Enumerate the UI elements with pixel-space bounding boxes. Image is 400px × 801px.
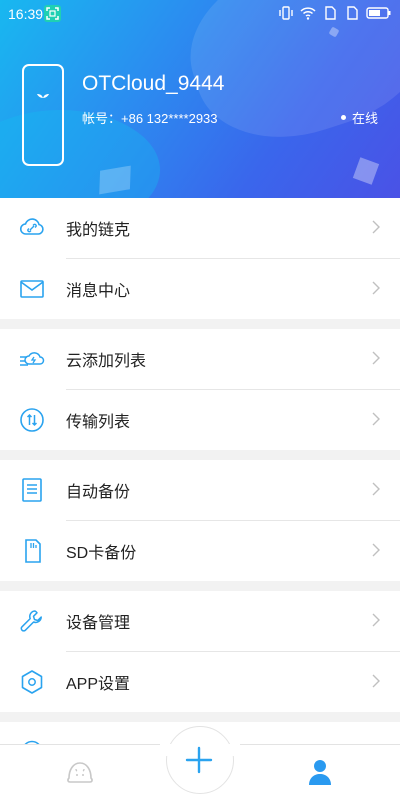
chevron-right-icon	[372, 613, 380, 627]
menu-item-label: 我的链克	[66, 222, 131, 239]
device-logo-icon	[37, 94, 49, 102]
menu-item-my-link[interactable]: 我的链克	[0, 198, 400, 258]
settings-hexagon-icon	[21, 670, 43, 694]
chevron-right-icon	[372, 351, 380, 365]
wifi-icon	[300, 7, 316, 20]
menu-item-device-management[interactable]: 设备管理	[0, 591, 400, 651]
chevron-right-icon	[372, 412, 380, 426]
section-gap	[0, 581, 400, 591]
document-icon	[22, 478, 42, 502]
menu-item-label: SD卡备份	[66, 545, 137, 562]
profile-header: 16:39 OTCloud_9444 帐号：+86 132****2933 在线	[0, 0, 400, 198]
cloud-link-icon	[19, 218, 44, 235]
menu-item-label: 传输列表	[66, 414, 131, 431]
section-gap	[0, 319, 400, 329]
menu-item-cloud-add-list[interactable]: 云添加列表	[0, 329, 400, 389]
status-bar: 16:39	[0, 0, 400, 28]
menu-group: 设备管理 APP设置	[0, 591, 400, 712]
menu-item-label: 消息中心	[66, 283, 131, 300]
envelope-icon	[20, 280, 44, 298]
sim1-icon	[325, 6, 336, 20]
menu-item-label: 自动备份	[66, 484, 131, 501]
device-image[interactable]	[22, 64, 64, 166]
header-decoration	[352, 157, 380, 185]
menu-item-label: 云添加列表	[66, 353, 147, 370]
plus-icon[interactable]	[184, 745, 214, 775]
mascot-icon[interactable]	[66, 760, 94, 788]
cloud-add-icon	[20, 352, 45, 366]
chevron-right-icon	[372, 543, 380, 557]
battery-icon	[366, 7, 391, 19]
transfer-icon	[20, 408, 44, 432]
menu-item-label: 设备管理	[66, 615, 131, 632]
sd-card-icon	[25, 539, 41, 563]
online-status-label: 在线	[351, 111, 378, 126]
screenshot-icon	[44, 5, 61, 22]
chevron-right-icon	[372, 674, 380, 688]
wrench-icon	[20, 610, 42, 632]
menu-item-message-center[interactable]: 消息中心	[0, 259, 400, 319]
menu-item-transfer-list[interactable]: 传输列表	[0, 390, 400, 450]
menu-group: 我的链克 消息中心	[0, 198, 400, 319]
menu-item-label: APP设置	[66, 676, 131, 693]
sim2-icon	[347, 6, 358, 20]
menu-group: 云添加列表 传输列表	[0, 329, 400, 450]
person-icon[interactable]	[308, 758, 332, 786]
online-dot-icon	[340, 115, 346, 120]
device-name: OTCloud_9444	[82, 72, 225, 95]
section-gap	[0, 450, 400, 460]
chevron-right-icon	[372, 482, 380, 496]
account-number: 帐号：+86 132****2933	[82, 111, 218, 126]
menu-item-app-settings[interactable]: APP设置	[0, 652, 400, 712]
online-status: 在线	[340, 108, 378, 127]
menu-item-auto-backup[interactable]: 自动备份	[0, 460, 400, 520]
menu-group: 自动备份 SD卡备份	[0, 460, 400, 581]
menu-list: 我的链克 消息中心 云添加列表 传输列表 自动备份 SD卡备份 设备管理 APP…	[0, 198, 400, 712]
status-time: 16:39	[8, 6, 44, 22]
menu-item-sd-backup[interactable]: SD卡备份	[0, 521, 400, 581]
chevron-right-icon	[372, 220, 380, 234]
chevron-right-icon	[372, 281, 380, 295]
vibrate-icon	[279, 6, 293, 20]
